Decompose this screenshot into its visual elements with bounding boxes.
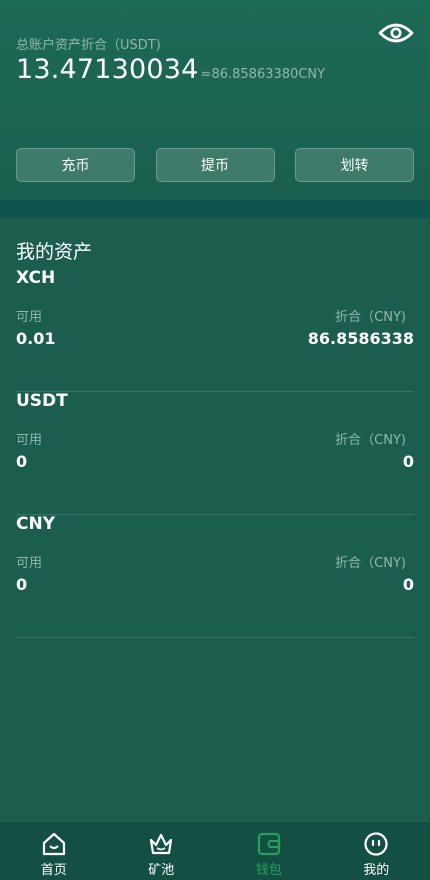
asset-card-cny[interactable]: CNY 可用 折合（CNY) 0 0 xyxy=(16,514,414,638)
total-assets-label: 总账户资产折合（USDT) xyxy=(16,38,161,53)
tab-pool[interactable]: 矿池 xyxy=(108,822,216,880)
section-divider xyxy=(0,200,430,218)
action-buttons: 充币 提币 划转 xyxy=(16,148,414,184)
deposit-button[interactable]: 充币 xyxy=(16,148,135,182)
bottom-tab-bar: 首页 矿池 钱包 我的 xyxy=(0,822,430,880)
tab-label: 矿池 xyxy=(148,863,175,878)
tab-label: 我的 xyxy=(363,863,390,878)
tab-label: 首页 xyxy=(40,863,67,878)
withdraw-button[interactable]: 提币 xyxy=(155,148,275,182)
wallet-icon xyxy=(257,832,280,856)
asset-name: USDT xyxy=(16,391,68,411)
equivalent-label: 折合（CNY) xyxy=(335,556,406,571)
tab-mine[interactable]: 我的 xyxy=(323,822,430,880)
available-label: 可用 xyxy=(16,433,43,448)
available-label: 可用 xyxy=(16,556,43,571)
crown-icon xyxy=(150,833,173,855)
home-icon xyxy=(42,832,65,856)
available-value: 0.01 xyxy=(16,329,56,348)
equivalent-value: 0 xyxy=(402,452,414,471)
asset-name: CNY xyxy=(16,514,56,534)
toggle-visibility-eye-icon[interactable] xyxy=(378,18,414,48)
total-assets-value: 13.47130034 xyxy=(16,54,199,85)
asset-card-xch[interactable]: XCH 可用 折合（CNY) 0.01 86.8586338 xyxy=(16,268,414,392)
available-label: 可用 xyxy=(16,310,43,325)
transfer-button[interactable]: 划转 xyxy=(295,148,414,182)
equivalent-label: 折合（CNY) xyxy=(335,433,406,448)
my-assets-title: 我的资产 xyxy=(16,241,93,263)
tab-home[interactable]: 首页 xyxy=(0,822,108,880)
equivalent-value: 86.8586338 xyxy=(307,329,414,348)
equivalent-value: 0 xyxy=(402,575,414,594)
available-value: 0 xyxy=(16,452,28,471)
asset-name: XCH xyxy=(16,268,56,288)
total-assets-cny: ≈86.85863380CNY xyxy=(200,67,326,82)
equivalent-label: 折合（CNY) xyxy=(335,310,406,325)
total-assets-row: 13.47130034 ≈86.85863380CNY xyxy=(16,54,325,85)
tab-label: 钱包 xyxy=(255,863,282,878)
available-value: 0 xyxy=(16,575,28,594)
asset-card-usdt[interactable]: USDT 可用 折合（CNY) 0 0 xyxy=(16,391,414,515)
tab-wallet[interactable]: 钱包 xyxy=(215,822,323,880)
profile-face-icon xyxy=(364,832,388,856)
asset-header: 总账户资产折合（USDT) 13.47130034 ≈86.85863380CN… xyxy=(0,0,430,200)
